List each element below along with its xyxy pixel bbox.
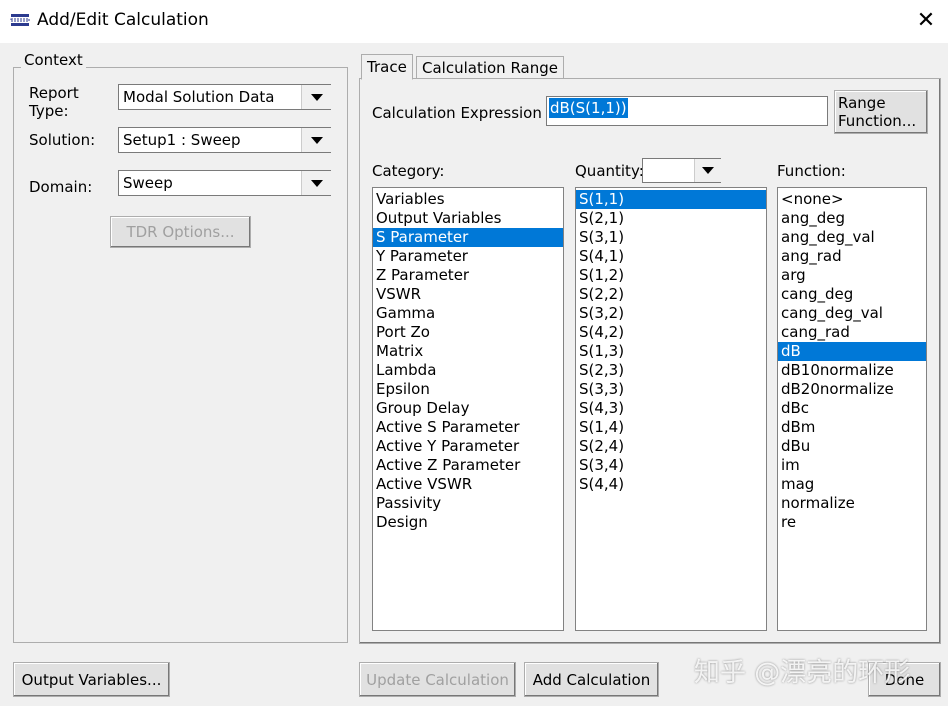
- domain-label: Domain:: [29, 178, 93, 196]
- function-item[interactable]: arg: [778, 266, 926, 285]
- solution-select[interactable]: Setup1 : Sweep: [118, 127, 331, 153]
- quantity-item[interactable]: S(1,2): [576, 266, 766, 285]
- range-function-line1: Range: [838, 94, 886, 112]
- function-item[interactable]: ang_rad: [778, 247, 926, 266]
- function-item[interactable]: dB20normalize: [778, 380, 926, 399]
- chevron-down-icon[interactable]: [694, 159, 721, 182]
- category-item[interactable]: Epsilon: [373, 380, 563, 399]
- tdr-options-button[interactable]: TDR Options...: [110, 216, 251, 248]
- quantity-label: Quantity:: [575, 162, 644, 180]
- function-item[interactable]: re: [778, 513, 926, 532]
- tab-trace[interactable]: Trace: [361, 54, 413, 80]
- done-button[interactable]: Done: [868, 662, 941, 697]
- category-item[interactable]: Port Zo: [373, 323, 563, 342]
- category-item[interactable]: S Parameter: [373, 228, 563, 247]
- category-item[interactable]: Passivity: [373, 494, 563, 513]
- category-item[interactable]: Gamma: [373, 304, 563, 323]
- report-type-select[interactable]: Modal Solution Data: [118, 84, 331, 110]
- quantity-item[interactable]: S(2,1): [576, 209, 766, 228]
- function-item[interactable]: dB10normalize: [778, 361, 926, 380]
- category-item[interactable]: Active S Parameter: [373, 418, 563, 437]
- category-label: Category:: [372, 162, 445, 180]
- category-list[interactable]: Variables Output Variables S Parameter Y Pa…: [372, 187, 564, 631]
- report-type-label: Report Type:: [29, 84, 79, 120]
- function-item[interactable]: dBc: [778, 399, 926, 418]
- solution-label: Solution:: [29, 131, 96, 149]
- category-item[interactable]: Output Variables: [373, 209, 563, 228]
- function-item[interactable]: cang_deg: [778, 285, 926, 304]
- tab-calculation-range[interactable]: Calculation Range: [416, 56, 564, 78]
- chevron-down-icon[interactable]: [301, 128, 331, 152]
- close-icon[interactable]: ✕: [912, 8, 940, 34]
- category-item[interactable]: Group Delay: [373, 399, 563, 418]
- category-item[interactable]: Active VSWR: [373, 475, 563, 494]
- quantity-item[interactable]: S(3,2): [576, 304, 766, 323]
- update-calculation-button[interactable]: Update Calculation: [359, 662, 516, 697]
- category-item[interactable]: Design: [373, 513, 563, 532]
- function-item[interactable]: dB: [778, 342, 926, 361]
- add-calculation-button[interactable]: Add Calculation: [524, 662, 659, 697]
- range-function-line2: Function...: [838, 112, 917, 130]
- quantity-item[interactable]: S(3,1): [576, 228, 766, 247]
- range-function-button[interactable]: Range Function...: [834, 90, 928, 134]
- quantity-item[interactable]: S(4,1): [576, 247, 766, 266]
- category-item[interactable]: VSWR: [373, 285, 563, 304]
- function-item[interactable]: mag: [778, 475, 926, 494]
- category-item[interactable]: Y Parameter: [373, 247, 563, 266]
- quantity-filter-select[interactable]: [642, 158, 721, 183]
- function-item[interactable]: ang_deg: [778, 209, 926, 228]
- function-item[interactable]: dBm: [778, 418, 926, 437]
- function-item[interactable]: dBu: [778, 437, 926, 456]
- quantity-item[interactable]: S(1,1): [576, 190, 766, 209]
- quantity-item[interactable]: S(4,3): [576, 399, 766, 418]
- quantity-item[interactable]: S(4,4): [576, 475, 766, 494]
- function-item[interactable]: cang_deg_val: [778, 304, 926, 323]
- context-group: [13, 67, 348, 643]
- function-item[interactable]: ang_deg_val: [778, 228, 926, 247]
- window-title: Add/Edit Calculation: [37, 10, 209, 30]
- quantity-item[interactable]: S(4,2): [576, 323, 766, 342]
- category-item[interactable]: Matrix: [373, 342, 563, 361]
- domain-select[interactable]: Sweep: [118, 170, 331, 196]
- function-label: Function:: [777, 162, 846, 180]
- app-icon: [10, 14, 30, 26]
- calculation-expression-label: Calculation Expression :: [372, 104, 552, 122]
- chevron-down-icon[interactable]: [301, 171, 331, 195]
- quantity-item[interactable]: S(2,2): [576, 285, 766, 304]
- category-item[interactable]: Lambda: [373, 361, 563, 380]
- expression-text: dB(S(1,1)): [549, 98, 628, 118]
- chevron-down-icon[interactable]: [301, 85, 331, 109]
- context-group-label: Context: [21, 51, 86, 69]
- report-type-value: Modal Solution Data: [123, 88, 275, 106]
- quantity-item[interactable]: S(2,3): [576, 361, 766, 380]
- quantity-item[interactable]: S(3,4): [576, 456, 766, 475]
- function-item[interactable]: im: [778, 456, 926, 475]
- quantity-item[interactable]: S(3,3): [576, 380, 766, 399]
- category-item[interactable]: Active Z Parameter: [373, 456, 563, 475]
- calculation-expression-input[interactable]: dB(S(1,1)): [546, 96, 828, 126]
- quantity-item[interactable]: S(2,4): [576, 437, 766, 456]
- solution-value: Setup1 : Sweep: [123, 131, 241, 149]
- quantity-list[interactable]: S(1,1) S(2,1) S(3,1) S(4,1) S(1,2) S(2,2) S(3,…: [575, 187, 767, 631]
- category-item[interactable]: Variables: [373, 190, 563, 209]
- quantity-item[interactable]: S(1,3): [576, 342, 766, 361]
- category-item[interactable]: Active Y Parameter: [373, 437, 563, 456]
- category-item[interactable]: Z Parameter: [373, 266, 563, 285]
- function-list[interactable]: <none> ang_deg ang_deg_val ang_rad arg cang_d…: [777, 187, 927, 631]
- function-item[interactable]: normalize: [778, 494, 926, 513]
- quantity-item[interactable]: S(1,4): [576, 418, 766, 437]
- function-item[interactable]: cang_rad: [778, 323, 926, 342]
- domain-value: Sweep: [123, 174, 173, 192]
- output-variables-button[interactable]: Output Variables...: [13, 662, 170, 697]
- function-item[interactable]: <none>: [778, 190, 926, 209]
